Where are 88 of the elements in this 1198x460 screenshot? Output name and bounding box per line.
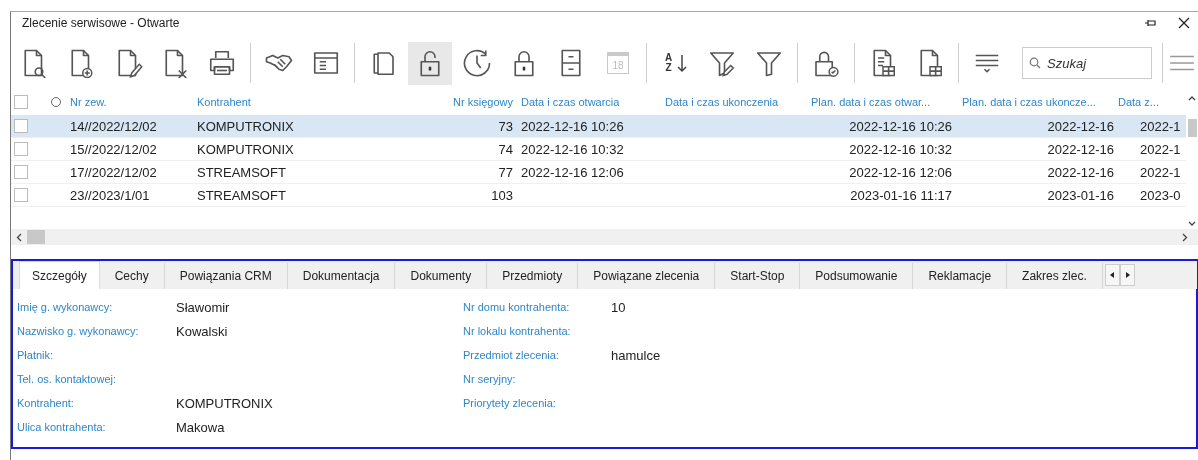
table-cell: 2022-12-16: [1047, 164, 1114, 180]
column-header[interactable]: Plan. data i czas ukoncze...: [956, 96, 1114, 108]
horizontal-scrollbar[interactable]: [11, 229, 1198, 245]
table-cell: 14//2022/12/02: [70, 118, 157, 134]
table-cell: STREAMSOFT: [197, 187, 286, 203]
tab[interactable]: Powiązane zlecenia: [578, 263, 716, 289]
row-checkbox[interactable]: [14, 188, 28, 202]
table-cell: 2022-1: [1140, 118, 1181, 134]
scroll-thumb[interactable]: [1187, 119, 1197, 137]
table-row[interactable]: 15//2022/12/02 KOMPUTRONIX 74 2022-12-16 10:32 2022-12-16 10:32 2022-12-16 2022-1: [11, 138, 1186, 161]
clock-icon[interactable]: [462, 48, 492, 78]
field-label: Kontrahent:: [17, 397, 75, 409]
table-cell: 2022-12-16 12:06: [521, 164, 624, 180]
field-label: Przedmiot zlecenia:: [463, 349, 560, 361]
table-cell: 17//2022/12/02: [70, 164, 157, 180]
field-label: Priorytety zlecenia:: [463, 397, 557, 409]
field-label: Nazwisko g. wykonawcy:: [17, 325, 140, 337]
tab[interactable]: Dokumenty: [395, 263, 488, 289]
tab[interactable]: Reklamacje: [913, 263, 1008, 289]
field-label: Nr seryjny:: [463, 373, 517, 385]
tab[interactable]: Zakres zlec.: [1007, 263, 1103, 289]
field-value: Makowa: [176, 419, 226, 435]
field-label: Ulica kontrahenta:: [17, 421, 107, 433]
table-cell: KOMPUTRONIX: [197, 118, 294, 134]
table-cell: 74: [498, 141, 513, 157]
pin-icon[interactable]: [1144, 18, 1156, 28]
field-label: Imię g. wykonawcy:: [17, 301, 114, 313]
field-label: Nr domu kontrahenta:: [463, 301, 571, 313]
row-checkbox[interactable]: [14, 119, 28, 133]
printer-icon[interactable]: [207, 48, 237, 78]
table-cell: 77: [498, 164, 513, 180]
tab[interactable]: Dokumentacja: [287, 263, 396, 289]
window-title: Zlecenie serwisowe - Otwarte: [22, 16, 180, 30]
table-cell: 73: [498, 118, 513, 134]
table-cell: 2022-12-16 10:32: [521, 141, 624, 157]
scroll-thumb[interactable]: [27, 230, 45, 244]
table-cell: 2022-12-16 10:32: [849, 141, 952, 157]
table-cell: 23//2023/1/01: [70, 187, 150, 203]
field-value: 10: [611, 299, 627, 315]
column-header[interactable]: Data z...: [1114, 96, 1186, 108]
close-icon[interactable]: [1178, 17, 1190, 29]
field-label: Nr lokalu kontrahenta:: [463, 325, 572, 337]
table-cell: 2022-12-16: [1047, 118, 1114, 134]
table-cell: 2022-1: [1140, 141, 1181, 157]
tab[interactable]: Start-Stop: [715, 263, 801, 289]
tab[interactable]: Szczegóły: [19, 261, 100, 289]
field-value: Kowalski: [176, 323, 229, 339]
arrow-down-icon: [676, 53, 687, 73]
table-cell: STREAMSOFT: [197, 164, 286, 180]
scroll-down-icon[interactable]: [1188, 221, 1196, 227]
row-checkbox[interactable]: [14, 165, 28, 179]
tab[interactable]: Przedmioty: [487, 263, 579, 289]
row-checkbox[interactable]: [14, 142, 28, 156]
table-row[interactable]: 17//2022/12/02 STREAMSOFT 77 2022-12-16 12:06 2022-12-16 12:06 2022-12-16 2022-1: [11, 161, 1186, 184]
tab[interactable]: Podsumowanie: [800, 263, 914, 289]
scroll-right-icon[interactable]: [1182, 232, 1188, 242]
search-field[interactable]: Szukaj: [1022, 47, 1152, 79]
field-label: Tel. os. kontaktowej:: [17, 373, 118, 385]
column-header[interactable]: Nr księgowy: [435, 96, 517, 108]
field-value: KOMPUTRONIX: [176, 395, 274, 411]
scroll-up-icon[interactable]: [1188, 95, 1196, 101]
table-cell: 2022-1: [1140, 164, 1181, 180]
table-cell: 2022-12-16 10:26: [849, 118, 952, 134]
table-row[interactable]: 14//2022/12/02 KOMPUTRONIX 73 2022-12-16 10:26 2022-12-16 10:26 2022-12-16 2022-1: [11, 115, 1186, 138]
select-all-checkbox[interactable]: [14, 95, 28, 109]
table-cell: 2023-0: [1140, 187, 1181, 203]
table-cell: 103: [491, 187, 513, 203]
table-cell: 2022-12-16 12:06: [849, 164, 952, 180]
column-header[interactable]: Data i czas otwarcia: [517, 96, 661, 108]
field-value: hamulce: [611, 347, 662, 363]
table-cell: 15//2022/12/02: [70, 141, 157, 157]
field-value: Sławomir: [176, 299, 231, 315]
column-header[interactable]: Nr zew.: [66, 96, 193, 108]
tab[interactable]: Powiązania CRM: [164, 263, 288, 289]
column-header[interactable]: Plan. data i czas otwar...: [805, 96, 956, 108]
table-cell: 2022-12-16: [1047, 141, 1114, 157]
table-cell: 2023-01-16 11:17: [850, 187, 952, 203]
tab[interactable]: Cechy: [99, 263, 165, 289]
field-label: Płatnik:: [17, 349, 55, 361]
table-cell: 2023-01-16: [1047, 187, 1114, 203]
column-header[interactable]: Data i czas ukonczenia: [661, 96, 805, 108]
tab-scroll-left-icon[interactable]: [1104, 264, 1120, 286]
sort-button[interactable]: A Z: [653, 41, 697, 85]
table-cell: 2022-12-16 10:26: [521, 118, 624, 134]
table-row[interactable]: 23//2023/1/01 STREAMSOFT 103 2023-01-16 11:17 2023-01-16 2023-0: [11, 184, 1186, 207]
scroll-left-icon[interactable]: [16, 232, 22, 242]
column-header[interactable]: Kontrahent: [193, 96, 435, 108]
table-cell: KOMPUTRONIX: [197, 141, 294, 157]
